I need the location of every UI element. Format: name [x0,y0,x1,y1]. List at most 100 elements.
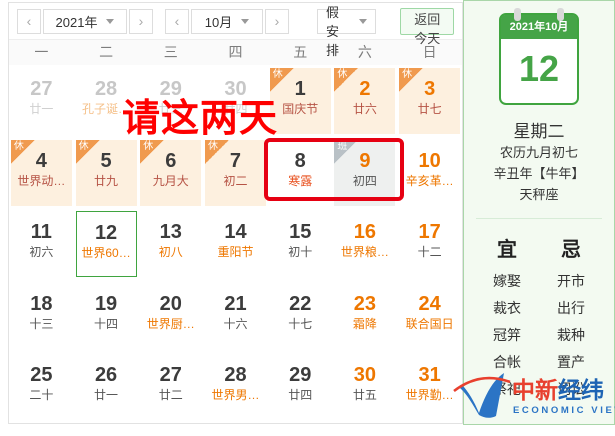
calendar-cell[interactable]: 19十四 [74,280,139,352]
calendar-cell[interactable]: 11初六 [9,208,74,280]
day-subtitle: 十三 [11,316,72,333]
calendar-app: ‹ 2021年 › ‹ 10月 › 放假安排 返回今天 一二 [0,0,615,436]
day-subtitle: 初二 [205,173,266,190]
day-number: 13 [140,220,201,244]
calendar-cell[interactable]: 13初八 [138,208,203,280]
avoid-item: 开市 [557,268,585,295]
day-subtitle: 十七 [270,316,331,333]
day-subtitle: 廿五 [334,387,395,404]
calendar-pin-icon [514,8,521,21]
calendar-cell[interactable]: 25二十 [9,351,74,423]
year-select[interactable]: 2021年 [43,9,127,34]
calendar-cell[interactable]: 28世界男… [203,351,268,423]
calendar-cell[interactable]: 15初十 [268,208,333,280]
holiday-arrangement-select[interactable]: 放假安排 [317,9,376,34]
day-subtitle: 二十 [11,387,72,404]
date-card-month: 2021年10月 [501,15,577,39]
back-to-today-button[interactable]: 返回今天 [400,8,454,35]
prev-year-button[interactable]: ‹ [17,9,41,34]
logo-text-cn-blue: 经纬 [558,377,604,403]
avoid-title: 忌 [557,233,585,262]
calendar-cell[interactable]: 12世界60… [74,208,139,280]
calendar-cell[interactable]: 24联合国日 [397,280,462,352]
calendar-cell[interactable]: 14重阳节 [203,208,268,280]
day-subtitle: 十二 [399,244,460,261]
calendar-cell[interactable]: 休7初二 [203,137,268,209]
weekday-label: 一 [9,40,74,65]
day-subtitle: 初十 [270,244,331,261]
day-subtitle: 廿九 [76,173,137,190]
day-subtitle: 初六 [11,244,72,261]
day-number: 18 [11,292,72,316]
sidebar: 2021年10月 12 星期二 农历九月初七 辛丑年【牛年】 天秤座 宜 嫁娶裁… [463,0,615,425]
logo: 中新经纬 ECONOMIC VIEW [448,369,615,421]
logo-check-icon [454,373,510,418]
calendar-cell[interactable]: 18十三 [9,280,74,352]
day-subtitle: 世界60… [77,245,136,262]
calendar-cell[interactable]: 21十六 [203,280,268,352]
date-card: 2021年10月 12 [499,13,579,105]
day-number: 15 [270,220,331,244]
day-subtitle: 霜降 [334,316,395,333]
month-select[interactable]: 10月 [191,9,263,34]
calendar-panel: ‹ 2021年 › ‹ 10月 › 放假安排 返回今天 一二 [8,2,463,424]
calendar-cell[interactable]: 23霜降 [333,280,398,352]
day-subtitle: 联合国日 [399,316,460,333]
next-month-button[interactable]: › [265,9,289,34]
calendar-cell[interactable]: 17十二 [397,208,462,280]
weekday-label: 五 [268,40,333,65]
calendar-cell[interactable]: 22十七 [268,280,333,352]
day-number: 27 [140,363,201,387]
suitable-item: 嫁娶 [493,268,521,295]
calendar-cell[interactable]: 8寒露 [268,137,333,209]
calendar-cell[interactable]: 休6九月大 [138,137,203,209]
day-subtitle: 世界动… [11,173,72,190]
calendar-cell[interactable]: 20世界厨… [138,280,203,352]
suitable-item: 冠笄 [493,322,521,349]
rest-badge: 休 [205,140,229,164]
weekday-label: 星期二 [464,117,614,142]
day-subtitle: 世界男… [205,387,266,404]
day-number: 12 [77,221,136,245]
calendar-cell[interactable]: 休3廿七 [397,65,462,137]
day-number: 24 [399,292,460,316]
day-number: 29 [270,363,331,387]
day-subtitle: 辛亥革… [399,173,460,190]
chevron-down-icon [359,19,367,24]
calendar-cell[interactable]: 26廿一 [74,351,139,423]
calendar-cell[interactable]: 休4世界动… [9,137,74,209]
prev-month-button[interactable]: ‹ [165,9,189,34]
day-subtitle: 国庆节 [270,101,331,118]
day-number: 21 [205,292,266,316]
calendar-cell[interactable]: 班9初四 [333,137,398,209]
day-subtitle: 廿一 [76,387,137,404]
day-subtitle: 世界粮… [334,244,395,261]
calendar-cell[interactable]: 休2廿六 [333,65,398,137]
day-number: 23 [334,292,395,316]
lunar-date-label: 农历九月初七 [464,142,614,163]
calendar-cell[interactable]: 30廿五 [333,351,398,423]
day-subtitle: 九月大 [140,173,201,190]
weekday-label: 六 [333,40,398,65]
chevron-down-icon [241,19,249,24]
day-subtitle: 重阳节 [205,244,266,261]
avoid-item: 出行 [557,295,585,322]
rest-badge: 休 [76,140,100,164]
calendar-cell[interactable]: 16世界粮… [333,208,398,280]
day-subtitle: 初八 [140,244,201,261]
calendar-pin-icon [557,8,564,21]
next-year-button[interactable]: › [129,9,153,34]
day-subtitle: 初四 [334,173,395,190]
calendar-cell[interactable]: 27廿二 [138,351,203,423]
day-number: 25 [11,363,72,387]
day-subtitle: 廿六 [334,101,395,118]
calendar-cell[interactable]: 29廿四 [268,351,333,423]
day-number: 17 [399,220,460,244]
calendar-cell[interactable]: 休5廿九 [74,137,139,209]
day-number: 10 [399,149,460,173]
calendar-cell[interactable]: 27廿一 [9,65,74,137]
logo-text-cn-red: 中新 [512,377,558,403]
calendar-cell[interactable]: 10辛亥革… [397,137,462,209]
day-subtitle: 世界厨… [140,316,201,333]
day-subtitle: 十四 [76,316,137,333]
